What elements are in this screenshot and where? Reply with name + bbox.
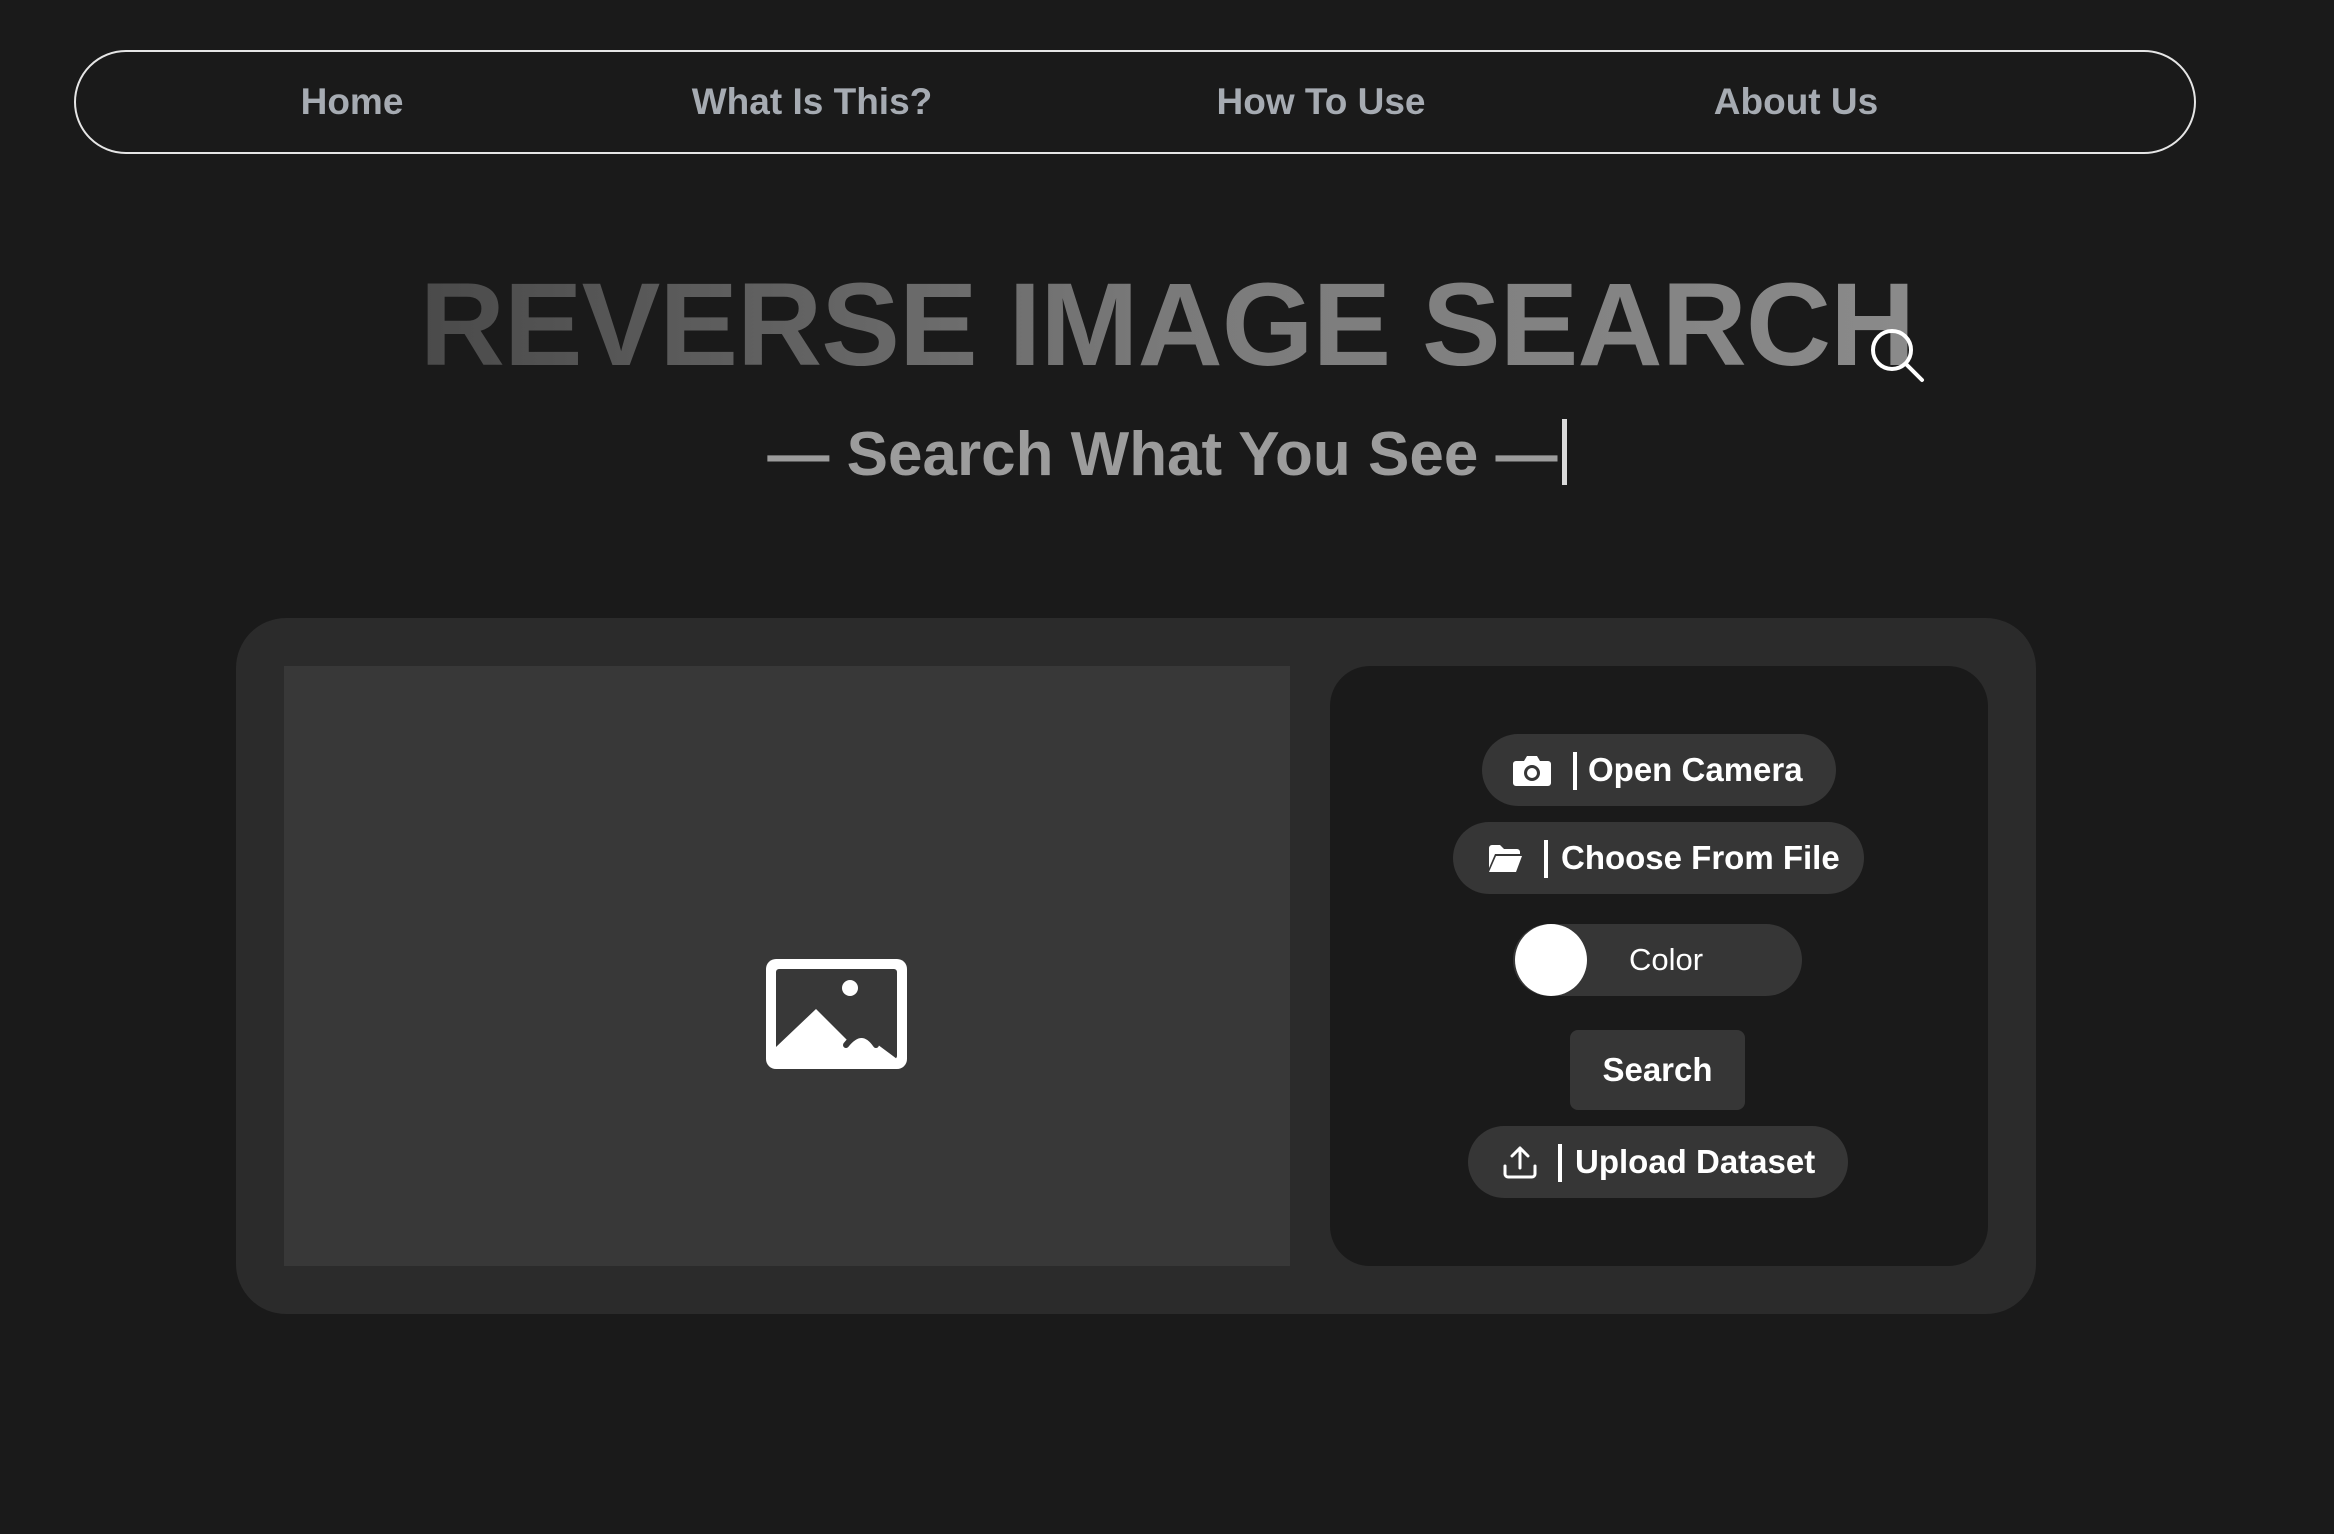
upload-icon [1503, 1146, 1537, 1179]
page: Home What Is This? How To Use About Us R… [0, 0, 2334, 1534]
separator [1544, 840, 1548, 878]
camera-icon [1513, 756, 1551, 786]
separator [1573, 752, 1577, 790]
image-preview-area[interactable] [284, 666, 1290, 1266]
choose-file-button[interactable]: Choose From File [1453, 822, 1864, 894]
nav-what-is-this-link[interactable]: What Is This? [692, 52, 933, 152]
search-card: Open Camera Choose From File Color Searc… [236, 618, 2036, 1314]
color-toggle-label: Color [1629, 942, 1704, 977]
nav-about-us-link[interactable]: About Us [1714, 52, 1878, 152]
page-title: REVERSE IMAGE SEARCH [420, 255, 1916, 395]
toggle-knob [1515, 924, 1587, 996]
open-camera-button[interactable]: Open Camera [1482, 734, 1836, 806]
choose-file-label: Choose From File [1561, 839, 1840, 876]
separator [1558, 1144, 1562, 1182]
open-camera-label: Open Camera [1588, 751, 1803, 788]
folder-icon [1489, 845, 1522, 872]
page-subtitle: — Search What You See — [767, 415, 1567, 495]
search-button[interactable]: Search [1570, 1030, 1745, 1110]
upload-dataset-button[interactable]: Upload Dataset [1468, 1126, 1848, 1198]
nav-home-link[interactable]: Home [301, 52, 404, 152]
upload-dataset-label: Upload Dataset [1575, 1143, 1816, 1180]
search-icon [1871, 329, 1924, 382]
typing-caret [1561, 419, 1567, 485]
image-placeholder-icon [766, 959, 907, 1069]
controls-panel: Open Camera Choose From File Color Searc… [1330, 666, 1988, 1266]
subtitle-text: — Search What You See — [767, 420, 1558, 489]
hero-subtitle-wrap: — Search What You See — [0, 415, 2334, 495]
color-toggle[interactable]: Color [1513, 924, 1802, 996]
hero-title-wrap: REVERSE IMAGE SEARCH [0, 255, 2334, 395]
top-nav: Home What Is This? How To Use About Us [74, 50, 2196, 154]
nav-how-to-use-link[interactable]: How To Use [1217, 52, 1426, 152]
